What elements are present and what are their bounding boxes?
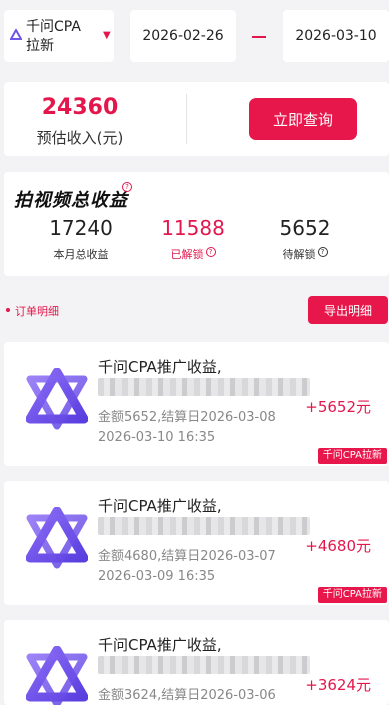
pending-label: 待解锁 xyxy=(282,248,316,261)
order-item[interactable]: 千问CPA推广收益, 金额5652,结算日2026-03-08 2026-03-… xyxy=(4,342,389,466)
order-amount: +4680元 xyxy=(305,537,371,555)
chevron-down-icon: ▼ xyxy=(103,30,111,41)
order-detail: 金额3624,结算日2026-03-06 xyxy=(98,688,276,703)
order-detail: 金额4680,结算日2026-03-07 xyxy=(98,549,276,564)
order-item[interactable]: 千问CPA推广收益, 金额3624,结算日2026-03-06 +3624元 xyxy=(4,620,389,705)
query-button[interactable]: 立即查询 xyxy=(249,98,357,140)
product-logo-icon xyxy=(10,29,22,40)
video-income-panel: 拍视频总收益 ? 17240 本月总收益 11588 已解锁? 5652 待解锁… xyxy=(4,172,389,276)
monthly-total-stat: 17240 本月总收益 xyxy=(26,216,136,262)
order-title: 千问CPA推广收益, xyxy=(98,358,222,376)
product-logo-icon xyxy=(26,368,88,430)
order-time: 2026-03-10 16:35 xyxy=(98,430,216,445)
order-title: 千问CPA推广收益, xyxy=(98,497,222,515)
help-icon[interactable]: ? xyxy=(205,247,216,257)
estimated-income-label: 预估收入(元) xyxy=(36,129,124,147)
order-item[interactable]: 千问CPA推广收益, 金额4680,结算日2026-03-07 2026-03-… xyxy=(4,481,389,605)
income-summary-card: 24360 预估收入(元) 立即查询 xyxy=(4,82,389,156)
product-logo-icon xyxy=(26,507,88,569)
order-detail: 金额5652,结算日2026-03-08 xyxy=(98,410,276,425)
order-tag: 千问CPA拉新 xyxy=(317,448,387,464)
order-time: 2026-03-09 16:35 xyxy=(98,569,216,584)
start-date-field[interactable]: 2026-02-26 xyxy=(130,10,236,62)
order-amount: +3624元 xyxy=(305,676,371,694)
redacted-text xyxy=(98,378,310,396)
orders-header: 订单明细 导出明细 xyxy=(0,296,389,326)
monthly-total-value: 17240 xyxy=(49,216,113,240)
end-date-field[interactable]: 2026-03-10 xyxy=(283,10,389,62)
redacted-text xyxy=(98,656,310,674)
filter-bar: 千问CPA拉新 ▼ 2026-02-26 2026-03-10 xyxy=(0,0,389,76)
order-amount: +5652元 xyxy=(305,398,371,416)
product-selector-label: 千问CPA拉新 xyxy=(26,19,81,54)
bullet-dot xyxy=(6,308,10,312)
video-income-title: 拍视频总收益 xyxy=(14,190,128,211)
unlocked-stat: 11588 已解锁? xyxy=(138,216,248,262)
estimated-income-value: 24360 xyxy=(41,95,119,120)
monthly-total-label: 本月总收益 xyxy=(53,248,109,261)
help-icon[interactable]: ? xyxy=(317,247,328,257)
unlocked-label: 已解锁 xyxy=(170,248,204,261)
order-tag: 千问CPA拉新 xyxy=(317,587,387,603)
divider xyxy=(186,94,187,144)
product-selector[interactable]: 千问CPA拉新 ▼ xyxy=(4,10,114,62)
product-logo-icon xyxy=(26,646,88,705)
orders-title: 订单明细 xyxy=(15,305,59,318)
order-title: 千问CPA推广收益, xyxy=(98,636,222,654)
pending-value: 5652 xyxy=(279,216,331,240)
date-range-separator xyxy=(252,36,266,38)
pending-stat: 5652 待解锁? xyxy=(250,216,360,262)
help-icon[interactable]: ? xyxy=(122,182,132,192)
redacted-text xyxy=(98,517,310,535)
unlocked-value: 11588 xyxy=(161,216,225,240)
export-button[interactable]: 导出明细 xyxy=(308,296,388,324)
